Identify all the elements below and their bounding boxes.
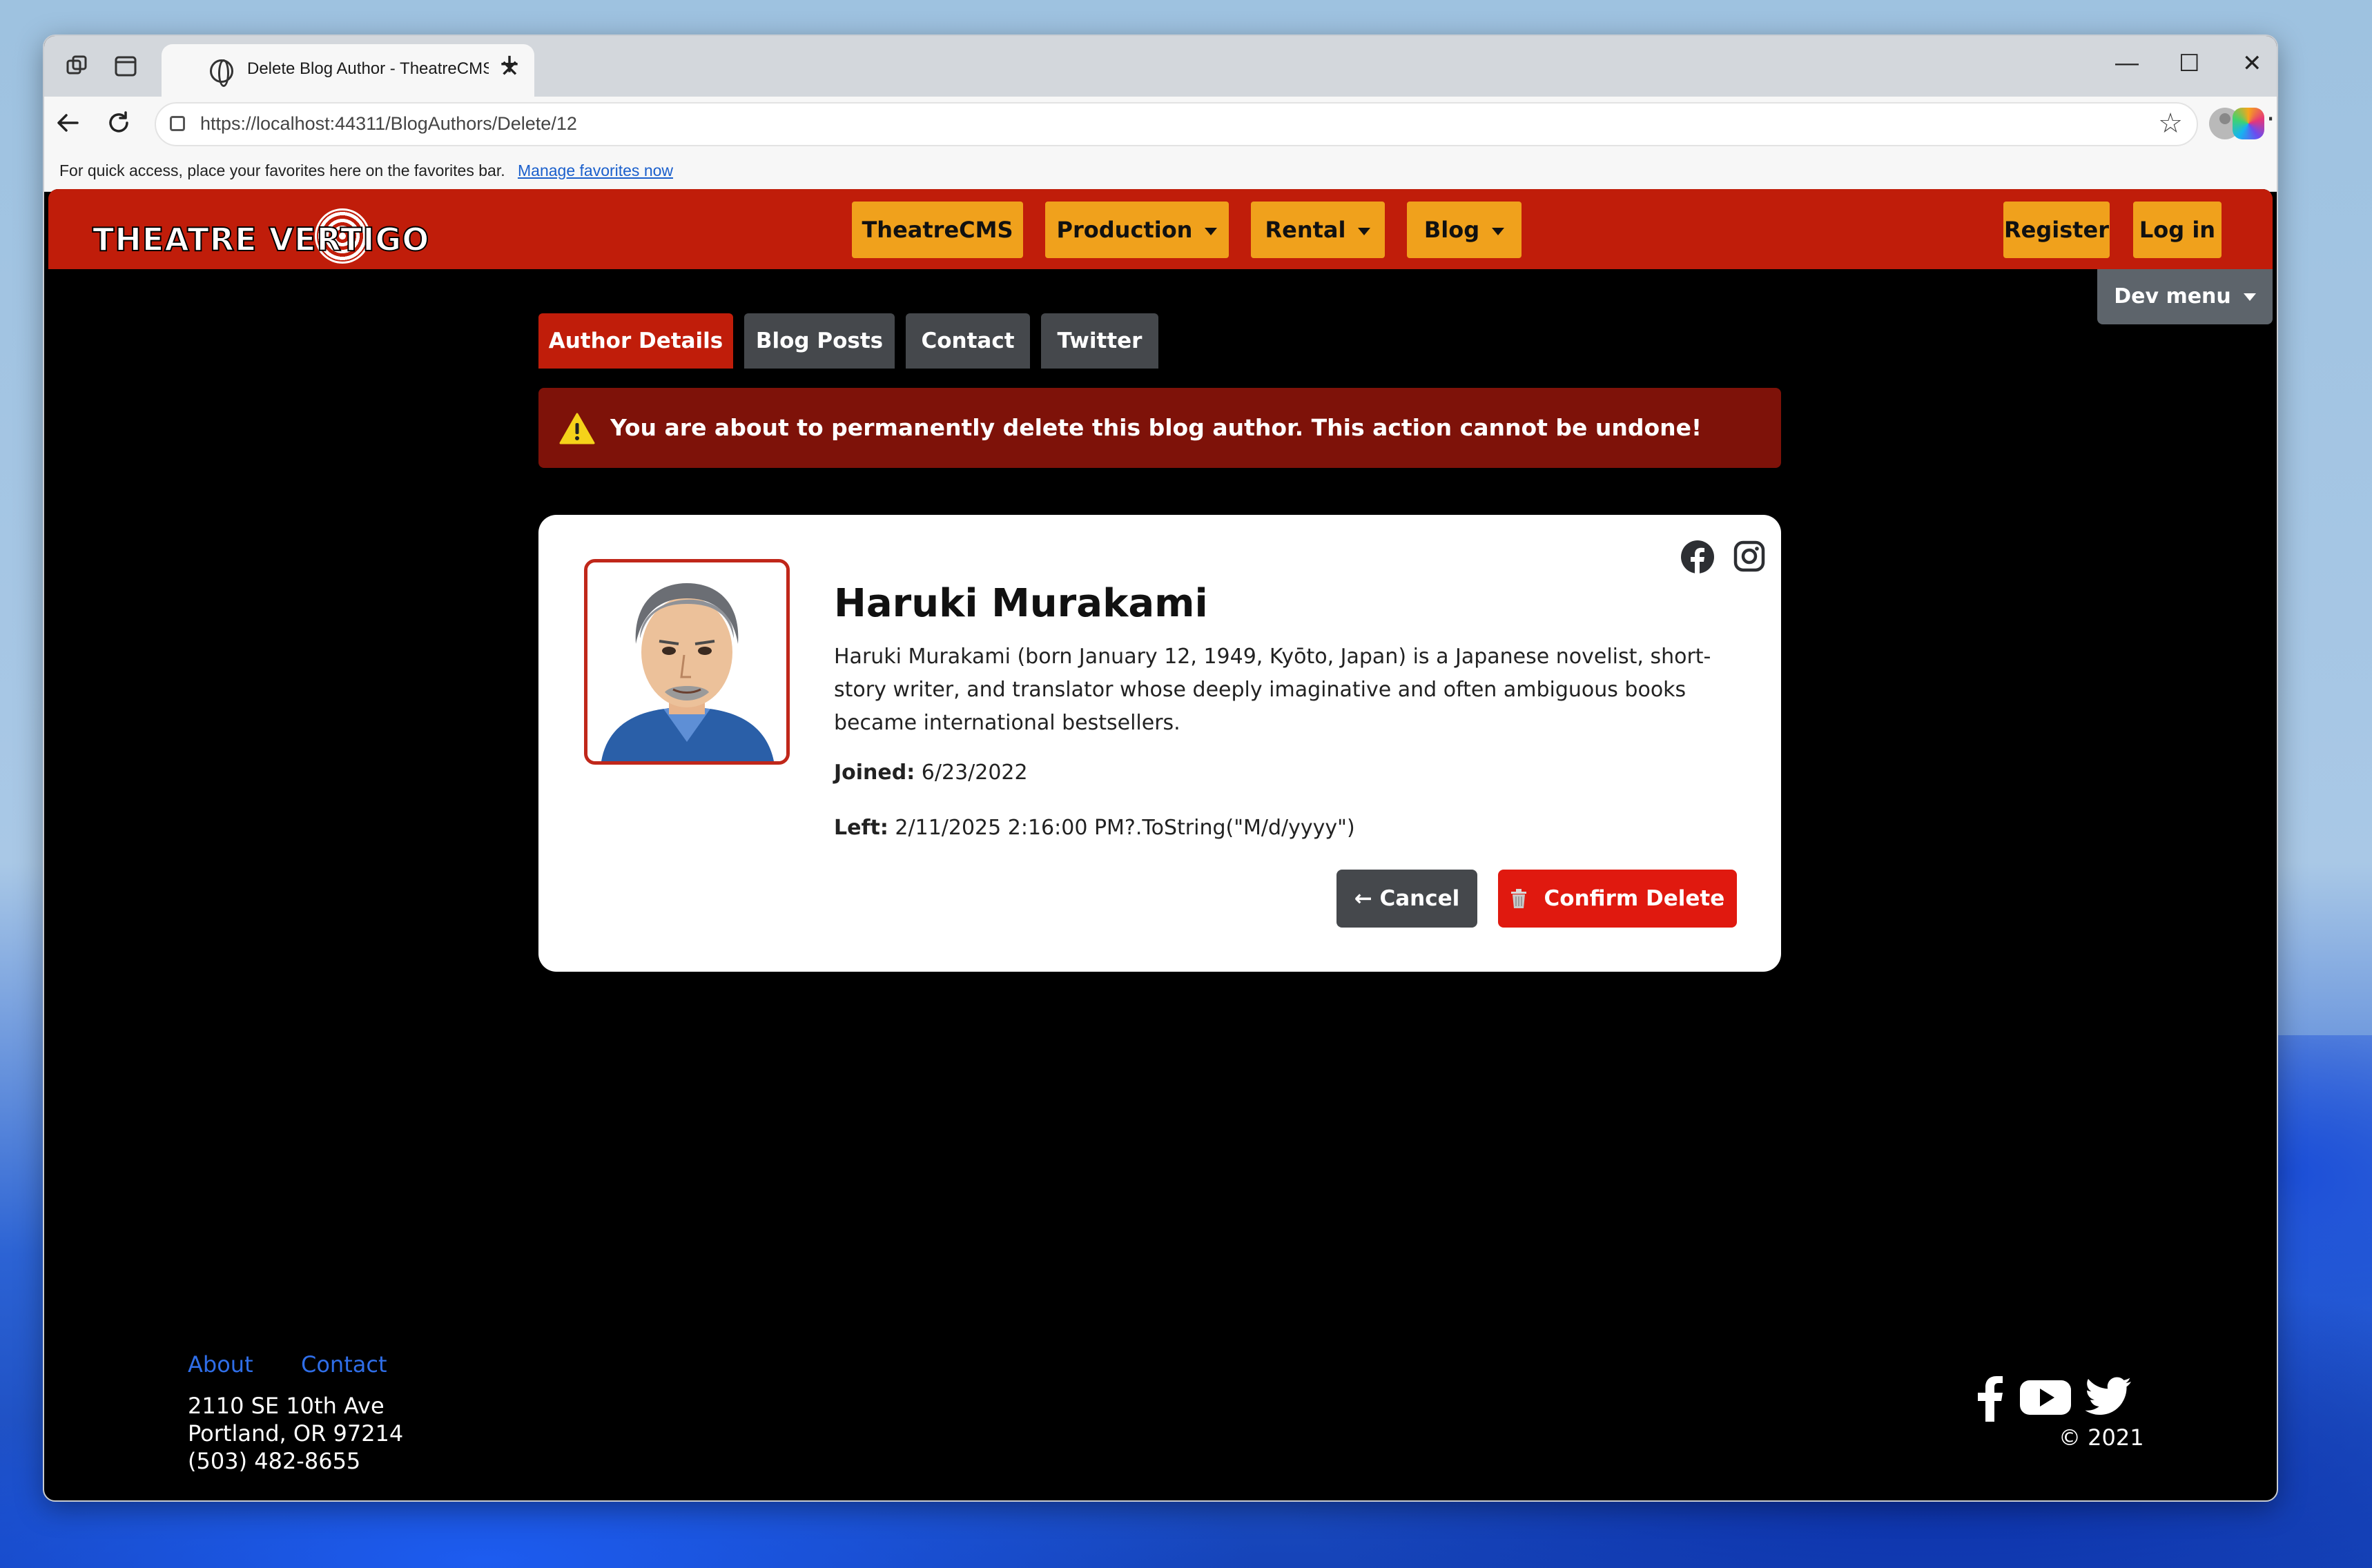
footer-address-line1: 2110 SE 10th Ave — [188, 1393, 385, 1419]
tab-title: Delete Blog Author - TheatreCMS — [247, 59, 489, 78]
close-window-button[interactable]: ✕ — [2242, 50, 2262, 77]
favorite-star-icon[interactable]: ☆ — [2158, 108, 2183, 139]
tab-twitter-label: Twitter — [1057, 329, 1143, 353]
login-button[interactable]: Log in — [2133, 202, 2222, 258]
twitter-icon[interactable] — [2085, 1376, 2132, 1418]
lock-icon[interactable] — [170, 116, 185, 131]
nav-rental-dropdown[interactable]: Rental — [1251, 202, 1385, 258]
browser-window: Delete Blog Author - TheatreCMS ✕ + — ☐ … — [43, 35, 2278, 1502]
chevron-down-icon — [1205, 227, 1218, 235]
manage-favorites-link[interactable]: Manage favorites now — [518, 161, 673, 179]
minimize-button[interactable]: — — [2115, 50, 2139, 77]
tab-author-details-label: Author Details — [548, 329, 723, 353]
tab-blog-posts-label: Blog Posts — [755, 329, 884, 353]
nav-blog-label: Blog — [1423, 217, 1480, 243]
cancel-button-label: ← Cancel — [1354, 886, 1460, 911]
chevron-down-icon — [2243, 293, 2256, 301]
page-content: THEATRE VERTIGO TheatreCMS Production Re… — [48, 189, 2273, 1498]
author-portrait — [584, 559, 790, 765]
dev-menu-label: Dev menu — [2114, 284, 2231, 308]
tab-strip: Delete Blog Author - TheatreCMS ✕ + — ☐ … — [44, 36, 2277, 97]
tab-contact-label: Contact — [921, 329, 1015, 353]
warning-triangle-icon — [559, 413, 595, 444]
copilot-icon[interactable] — [2233, 108, 2264, 139]
maximize-button[interactable]: ☐ — [2179, 50, 2199, 77]
browser-tab-active[interactable]: Delete Blog Author - TheatreCMS ✕ — [162, 44, 534, 97]
cancel-button[interactable]: ← Cancel — [1336, 870, 1477, 928]
site-navbar: THEATRE VERTIGO TheatreCMS Production Re… — [48, 189, 2273, 269]
footer-about-link[interactable]: About — [188, 1351, 253, 1378]
nav-production-label: Production — [1056, 217, 1193, 243]
address-toolbar: https://localhost:44311/BlogAuthors/Dele… — [44, 97, 2277, 153]
nav-theatrecms[interactable]: TheatreCMS — [852, 202, 1023, 258]
confirm-delete-button[interactable]: Confirm Delete — [1498, 870, 1737, 928]
nav-production-dropdown[interactable]: Production — [1045, 202, 1229, 258]
dev-menu-dropdown[interactable]: Dev menu — [2097, 269, 2273, 324]
nav-theatrecms-label: TheatreCMS — [862, 217, 1013, 243]
login-label: Log in — [2139, 217, 2216, 243]
logo-text: THEATRE VERTIGO — [92, 220, 430, 259]
youtube-icon[interactable] — [2020, 1376, 2071, 1418]
left-value: 2/11/2025 2:16:00 PM?.ToString("M/d/yyyy… — [895, 816, 1355, 840]
footer-phone: (503) 482-8655 — [188, 1448, 361, 1474]
facebook-icon[interactable] — [1974, 1376, 2005, 1422]
joined-line: Joined: 6/23/2022 — [834, 761, 1028, 785]
delete-warning-alert: You are about to permanently delete this… — [538, 388, 1781, 468]
favorites-hint-text: For quick access, place your favorites h… — [59, 161, 505, 179]
tab-blog-posts[interactable]: Blog Posts — [744, 313, 895, 369]
left-label: Left: — [834, 816, 888, 840]
confirm-delete-label: Confirm Delete — [1544, 886, 1725, 911]
register-button[interactable]: Register — [2003, 202, 2110, 258]
tab-author-details[interactable]: Author Details — [538, 313, 733, 369]
author-bio: Haruki Murakami (born January 12, 1949, … — [834, 645, 1711, 735]
joined-value: 6/23/2022 — [921, 761, 1028, 785]
footer-contact-link[interactable]: Contact — [301, 1351, 387, 1378]
tab-twitter[interactable]: Twitter — [1041, 313, 1158, 369]
joined-label: Joined: — [834, 761, 915, 785]
nav-rental-label: Rental — [1265, 217, 1346, 243]
vertical-tabs-icon[interactable] — [113, 54, 138, 79]
left-line: Left: 2/11/2025 2:16:00 PM?.ToString("M/… — [834, 816, 1355, 840]
back-arrow-icon[interactable] — [54, 109, 81, 141]
register-label: Register — [2003, 217, 2110, 243]
trash-icon — [1510, 889, 1526, 908]
refresh-icon[interactable] — [105, 109, 133, 141]
facebook-icon[interactable] — [1680, 540, 1715, 574]
footer-copyright: © 2021 — [2059, 1424, 2144, 1451]
globe-icon — [210, 59, 233, 87]
workspaces-icon[interactable] — [65, 54, 90, 79]
nav-blog-dropdown[interactable]: Blog — [1407, 202, 1522, 258]
author-name: Haruki Murakami — [834, 581, 1208, 626]
address-bar[interactable]: https://localhost:44311/BlogAuthors/Dele… — [155, 102, 2198, 146]
footer-address-line2: Portland, OR 97214 — [188, 1420, 404, 1447]
favorites-bar: For quick access, place your favorites h… — [44, 153, 2277, 192]
alert-message: You are about to permanently delete this… — [610, 414, 1702, 441]
new-tab-button[interactable]: + — [500, 46, 519, 84]
author-card: Haruki Murakami Haruki Murakami (born Ja… — [538, 515, 1781, 972]
chevron-down-icon — [1492, 227, 1505, 235]
instagram-icon[interactable] — [1733, 540, 1766, 573]
chevron-down-icon — [1358, 227, 1371, 235]
tab-contact[interactable]: Contact — [906, 313, 1030, 369]
url-text[interactable]: https://localhost:44311/BlogAuthors/Dele… — [200, 113, 577, 135]
